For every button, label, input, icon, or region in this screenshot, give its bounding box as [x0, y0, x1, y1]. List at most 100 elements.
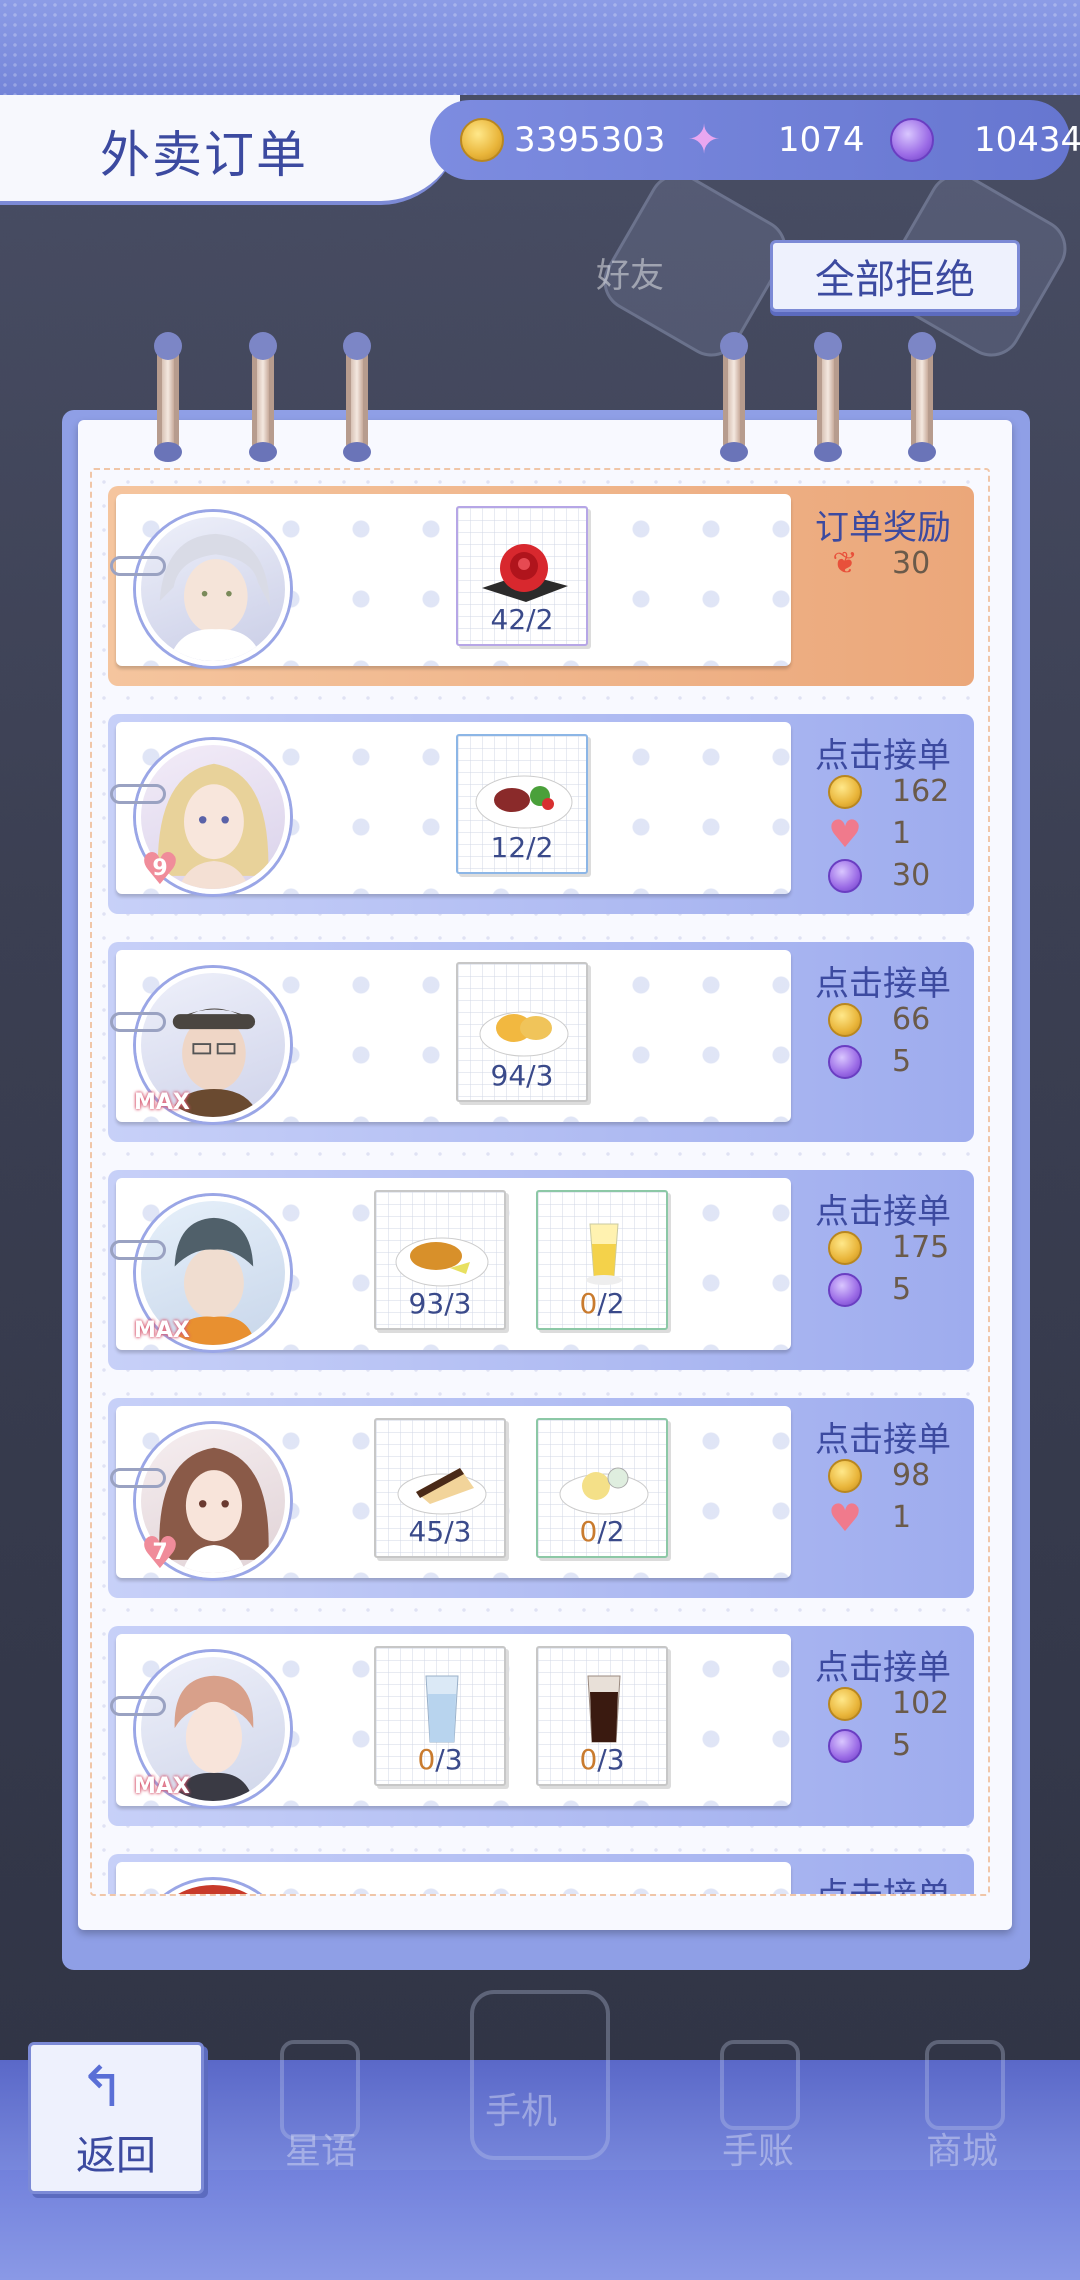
- swan-ticket-counter[interactable]: ✦ 1074: [680, 112, 865, 168]
- header-bar: 外卖订单 3395303 ✦ 1074 10434: [0, 95, 1080, 205]
- order-card: MAX 0/3 0/3: [110, 1634, 791, 1806]
- gem-icon: [828, 858, 862, 893]
- scones-icon: [479, 1011, 569, 1057]
- fried-cutlet-icon: [395, 1237, 489, 1287]
- order-item: 45/3: [374, 1418, 506, 1558]
- order-row[interactable]: 点击接单: [108, 1854, 974, 1896]
- order-item: 94/3: [456, 962, 588, 1102]
- swan-ticket-value: 1074: [778, 120, 865, 160]
- coin-icon: [828, 1686, 862, 1721]
- tea-set-icon: [559, 1467, 649, 1515]
- gem-value: 10434: [974, 120, 1080, 160]
- paper-clip-icon: [110, 1240, 166, 1260]
- order-status: 点击接单: [815, 1420, 951, 1460]
- reward-value: 102: [892, 1686, 950, 1721]
- avatar: [136, 512, 290, 666]
- reject-all-button[interactable]: 全部拒绝: [770, 240, 1020, 312]
- reward-value: 30: [892, 546, 931, 581]
- order-row[interactable]: ♥ 9 12/2 点击接单 162 ♥ 1 30: [108, 714, 974, 914]
- journal-icon: [720, 2040, 800, 2130]
- water-glass-icon: [425, 1675, 459, 1743]
- order-card: [116, 1862, 791, 1894]
- order-card: MAX 93/3 0/2: [110, 1178, 791, 1350]
- item-quantity: 42/2: [490, 603, 554, 636]
- reward-value: 5: [892, 1728, 912, 1763]
- item-quantity: 0/2: [579, 1515, 625, 1548]
- steak-salad-icon: [475, 775, 573, 829]
- store-icon: [925, 2040, 1005, 2130]
- binder-ring: [249, 332, 277, 462]
- gem-icon: [828, 1272, 862, 1307]
- nav-star-words[interactable]: 星语: [285, 2122, 357, 2174]
- item-quantity: 0/3: [417, 1743, 463, 1776]
- reward-value: 98: [892, 1458, 931, 1493]
- reward-gem: 30: [828, 858, 930, 893]
- gem-icon: [890, 118, 934, 162]
- coin-icon: [828, 1002, 862, 1037]
- binder-ring: [720, 332, 748, 462]
- reward-gem: 5: [828, 1728, 911, 1763]
- order-item: 93/3: [374, 1190, 506, 1330]
- item-quantity: 45/3: [408, 1515, 472, 1548]
- reward-value: 1: [892, 1500, 912, 1535]
- coin-value: 3395303: [514, 120, 666, 160]
- back-label: 返回: [76, 2133, 156, 2179]
- order-status: 点击接单: [815, 1876, 951, 1896]
- fish-icon: ❦: [832, 545, 858, 581]
- order-list: 42/2 订单奖励 ❦ 30 ♥ 9 12/2 点击接单 162 ♥ 1 30 …: [90, 468, 990, 1896]
- binder-ring: [154, 332, 182, 462]
- phone-icon: [470, 1990, 610, 2160]
- order-card: ♥ 9 12/2: [110, 722, 791, 894]
- order-row[interactable]: 42/2 订单奖励 ❦ 30: [108, 486, 974, 686]
- heart-icon: ♥: [828, 1495, 863, 1540]
- page-title: 外卖订单: [100, 126, 308, 184]
- coin-icon: [828, 1230, 862, 1265]
- coin-counter[interactable]: 3395303: [460, 112, 665, 168]
- order-card: ♥ 7 45/3 0/2: [110, 1406, 791, 1578]
- order-row[interactable]: MAX 0/3 0/3 点击接单 102 5: [108, 1626, 974, 1826]
- nav-store[interactable]: 商城: [926, 2122, 998, 2174]
- reward-coin: 98: [828, 1458, 930, 1493]
- item-quantity: 0/2: [579, 1287, 625, 1320]
- reward-value: 66: [892, 1002, 931, 1037]
- reward-value: 162: [892, 774, 950, 809]
- order-item: 0/3: [536, 1646, 668, 1786]
- title-panel: 外卖订单: [0, 95, 460, 205]
- currency-bar: 3395303 ✦ 1074 10434: [430, 100, 1080, 180]
- item-quantity: 93/3: [408, 1287, 472, 1320]
- heart-icon: ♥: [828, 811, 863, 856]
- paper-clip-icon: [110, 1012, 166, 1032]
- reward-value: 5: [892, 1272, 912, 1307]
- coin-icon: [828, 774, 862, 809]
- reward-coin: 66: [828, 1002, 930, 1037]
- rose-cake-icon: [482, 544, 568, 602]
- affinity-max-badge: MAX: [134, 1318, 190, 1343]
- order-row[interactable]: MAX 93/3 0/2 点击接单 175 5: [108, 1170, 974, 1370]
- nav-journal[interactable]: 手账: [722, 2122, 794, 2174]
- paper-clip-icon: [110, 1696, 166, 1716]
- order-item: 0/2: [536, 1190, 668, 1330]
- reward-fish: ❦ 30: [828, 546, 930, 581]
- order-card: MAX 94/3: [110, 950, 791, 1122]
- item-quantity: 94/3: [490, 1059, 554, 1092]
- order-status: 点击接单: [815, 964, 951, 1004]
- chocolate-cake-icon: [397, 1468, 487, 1515]
- affinity-level: 7: [152, 1540, 168, 1565]
- back-button[interactable]: ↰ 返回: [28, 2042, 204, 2194]
- cola-glass-icon: [587, 1675, 621, 1743]
- top-decor-strip: [0, 0, 1080, 95]
- paper-clip-icon: [110, 1468, 166, 1488]
- order-row[interactable]: ♥ 7 45/3 0/2 点击接单 98 ♥ 1: [108, 1398, 974, 1598]
- reward-heart: ♥ 1: [828, 811, 911, 856]
- swan-plus-icon: ✦: [687, 117, 721, 163]
- juice-glass-icon: [586, 1223, 622, 1285]
- gem-counter[interactable]: 10434: [890, 112, 1080, 168]
- order-status: 点击接单: [815, 1648, 951, 1688]
- nav-phone[interactable]: 手机: [485, 2082, 557, 2134]
- character-portrait: [159, 533, 271, 661]
- binder-ring: [343, 332, 371, 462]
- order-row[interactable]: MAX 94/3 点击接单 66 5: [108, 942, 974, 1142]
- friends-label: 好友: [596, 256, 664, 296]
- reward-value: 5: [892, 1044, 912, 1079]
- affinity-level: 9: [152, 856, 168, 881]
